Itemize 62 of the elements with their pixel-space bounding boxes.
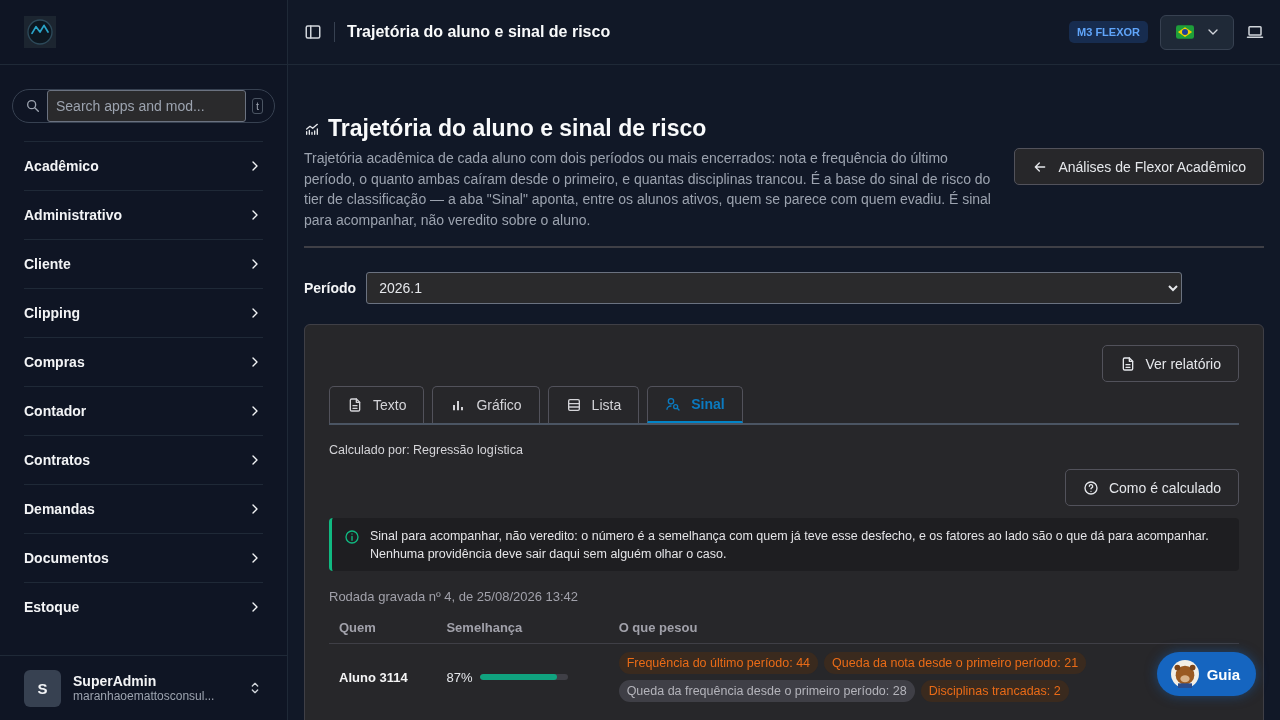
factor-tag: Queda da frequência desde o primeiro período: 28 [618,680,915,702]
info-icon [344,529,360,545]
menu-label: Clipping [24,305,80,321]
menu-label: Contratos [24,452,91,468]
flag-icon [1173,23,1197,41]
user-email: maranhaoemattosconsul... [73,689,216,703]
sidebar-item[interactable]: Demandas [24,484,263,533]
column-header: Quem [329,612,437,644]
column-header: O que pesou [608,612,1239,644]
menu-label: Acadêmico [24,158,99,174]
guide-button[interactable]: Guia [1156,652,1256,696]
help-circle-icon [1082,479,1099,496]
tab[interactable]: Gráfico [432,386,540,423]
document-icon [347,397,363,413]
menu-label: Contador [24,403,87,419]
period-label: Período [304,280,357,296]
mascot-icon [1170,660,1199,688]
search-field[interactable]: Search apps and mod... [47,90,246,122]
laptop-icon [1246,23,1264,41]
table-cell: Aluno 3114 [329,643,437,710]
column-header: Semelhança [436,612,609,644]
calculation-method: Calculado por: Regressão logística [329,443,524,457]
language-selector[interactable] [1160,14,1234,50]
page-title: Trajetória do aluno e sinal de risco [347,23,611,41]
factor-tag: Queda da nota desde o primeiro período: 21 [824,652,1087,674]
shortcut-key: t [252,98,264,114]
sidebar-item[interactable]: Documentos [24,533,263,582]
sidebar-item[interactable]: Cliente [24,239,263,288]
sidebar-item[interactable]: Acadêmico [24,141,263,190]
back-button[interactable]: Análises de Flexor Acadêmico [1014,148,1264,185]
user-avatar: S [24,669,61,707]
list-icon [565,397,582,413]
report-button[interactable]: Ver relatório [1101,345,1239,382]
sidebar-toggle-icon [304,23,322,41]
tab[interactable]: Texto [329,386,425,423]
factor-tag: Disciplinas trancadas: 2 [920,680,1069,702]
sidebar-item[interactable]: Clipping [24,288,263,337]
menu-label: Demandas [24,501,95,517]
similarity-value: 87% [446,669,473,685]
how-calculated-button[interactable]: Como é calculado [1064,469,1239,506]
tab[interactable]: Lista [547,386,640,423]
period-select[interactable]: 2026.1 [366,272,1183,304]
notice-text: Sinal para acompanhar, não veredito: o número é a semelhança com quem já teve esse desfecho, e os fatores ao lado são o que dá para acompanhar. Nenhuma providência deve sair daqui sem alguém olhar o caso. [370,528,1210,563]
menu-label: Compras [24,354,85,370]
menu-label: Cliente [24,256,71,272]
search-icon [25,98,41,114]
page-description: Trajetória acadêmica de cada aluno com dois períodos ou mais encerrados: nota e frequência do último período, o quanto ambas caíram desde o primeiro, e quantas disciplinas trancou. É a base do sinal de risco do tier de classificação — a aba "Sinal" aponta, entre os alunos ativos, quem se parece com quem evadiu. É sinal para acompanhar, não veredito sobre o aluno. [304,149,992,230]
sidebar-item[interactable]: Compras [24,337,263,386]
menu-label: Administrativo [24,207,122,223]
menu-label: Documentos [24,550,109,566]
app-badge: M3 FLEXOR [1069,21,1148,43]
page-heading: Trajetória do aluno e sinal de risco [328,115,707,142]
factor-tag: Frequência do último período: 44 [618,652,819,674]
menu-label: Estoque [24,599,80,615]
sidebar-item[interactable]: Administrativo [24,190,263,239]
sidebar-item[interactable]: Estoque [24,582,263,631]
logo-icon [24,16,56,48]
run-info: Rodada gravada nº 4, de 25/08/2026 13:42 [329,589,580,604]
person-search-icon [665,396,682,412]
sidebar-item[interactable]: Contratos [24,435,263,484]
sidebar-item[interactable]: Contador [24,386,263,435]
user-name: SuperAdmin [73,673,158,689]
